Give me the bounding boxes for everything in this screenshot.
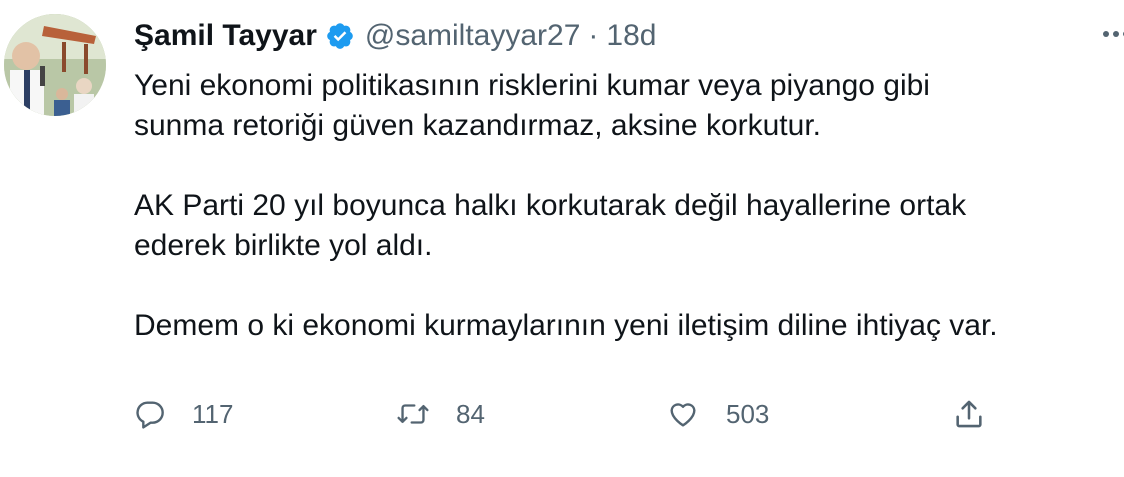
share-icon [952, 397, 986, 431]
retweet-count: 84 [456, 398, 485, 429]
like-button[interactable]: 503 [666, 392, 769, 436]
tweet-paragraph: AK Parti 20 yıl boyunca halkı korkutarak… [134, 189, 967, 262]
more-options-icon[interactable] [1100, 24, 1124, 44]
tweet-actions: 117 84 503 [134, 392, 1014, 436]
reply-button[interactable]: 117 [134, 392, 233, 436]
avatar[interactable] [4, 14, 106, 116]
tweet-paragraph: Yeni ekonomi politikasının risklerini ku… [134, 69, 930, 142]
share-button[interactable] [952, 392, 986, 436]
tweet-paragraph: Demem o ki ekonomi kurmaylarının yeni il… [134, 309, 998, 342]
retweet-button[interactable]: 84 [396, 392, 485, 436]
tweet-header: Şamil Tayyar @samiltayyar27 · 18d [134, 14, 656, 58]
reply-icon [134, 398, 166, 430]
retweet-icon [396, 398, 430, 430]
tweet-timestamp[interactable]: 18d [606, 19, 656, 53]
author-handle[interactable]: @samiltayyar27 [365, 19, 581, 53]
author-name[interactable]: Şamil Tayyar [134, 19, 317, 53]
reply-count: 117 [192, 398, 234, 429]
verified-badge-icon [325, 21, 355, 51]
tweet-text: Yeni ekonomi politikasının risklerini ku… [134, 66, 1119, 386]
header-separator: · [588, 19, 599, 52]
heart-icon [666, 398, 700, 430]
avatar-photo [4, 14, 106, 116]
tweet[interactable]: Şamil Tayyar @samiltayyar27 · 18d Yeni e… [0, 0, 1124, 477]
like-count: 503 [726, 398, 770, 429]
